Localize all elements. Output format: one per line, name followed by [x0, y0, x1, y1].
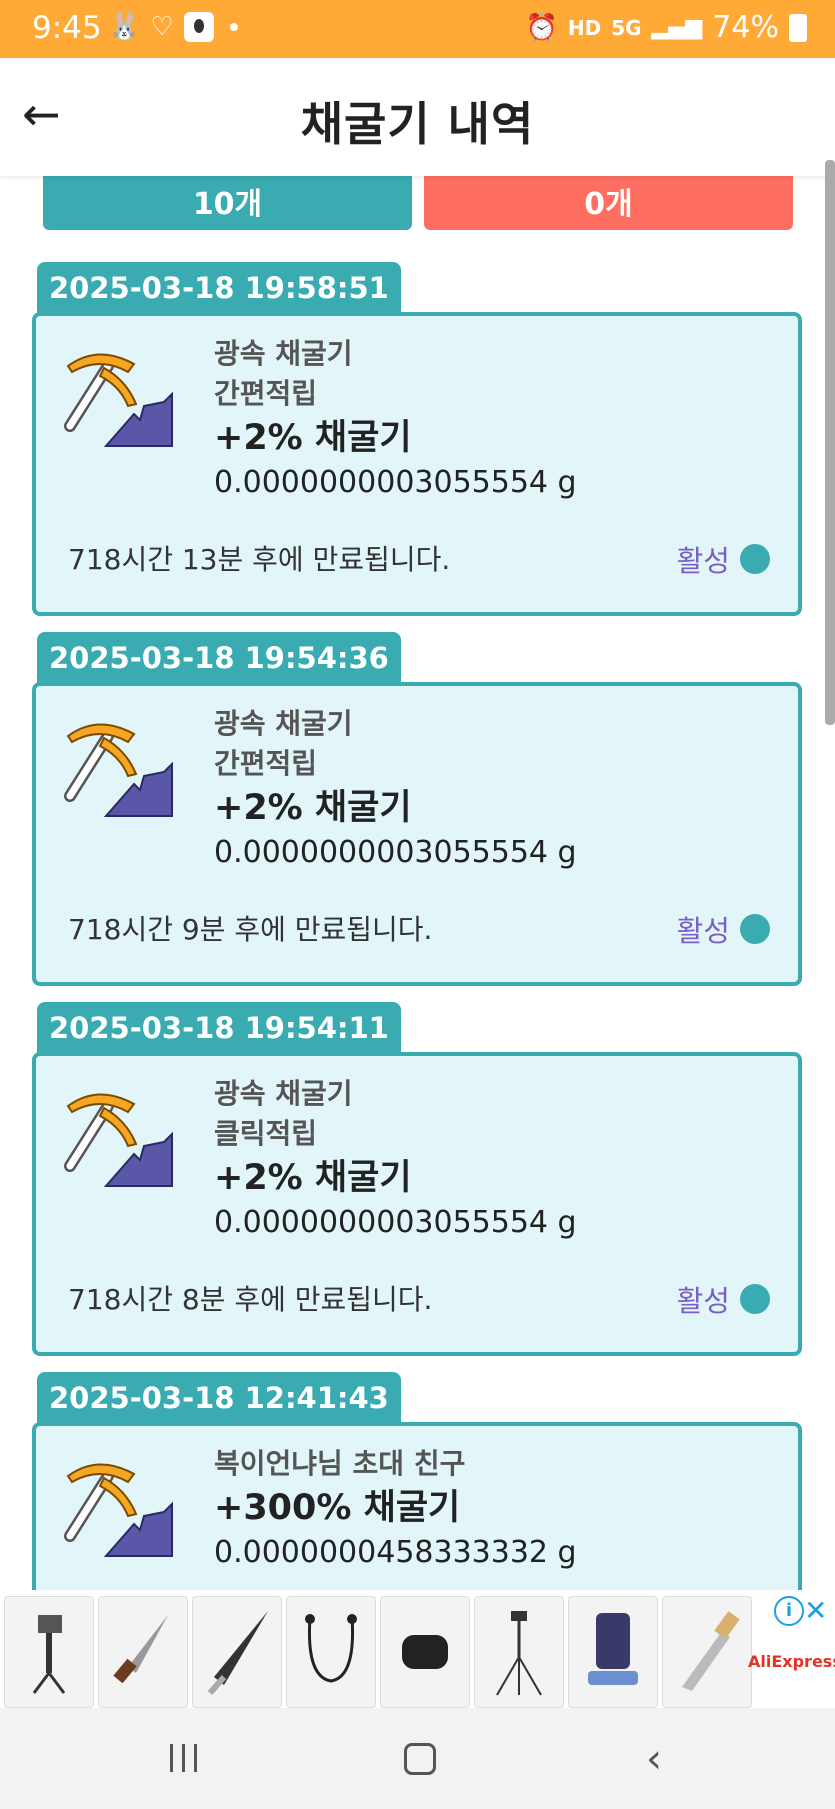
miner-amount: 0.0000000003055554 g [214, 465, 577, 500]
miner-card[interactable]: 광속 채굴기 간편적립 +2% 채굴기 0.0000000003055554 g… [32, 682, 802, 986]
status-dot-icon [740, 1284, 770, 1314]
pickaxe-icon [64, 1463, 173, 1557]
expired-count-button[interactable]: 0개 [424, 176, 793, 230]
miner-name: 복이언냐님 초대 친구 [214, 1447, 466, 1480]
scrollbar[interactable] [825, 160, 835, 725]
nav-back-icon[interactable]: ‹ [646, 1736, 662, 1782]
miner-card[interactable]: 광속 채굴기 클릭적립 +2% 채굴기 0.0000000003055554 g… [32, 1052, 802, 1356]
ad-earphones-image[interactable] [286, 1596, 376, 1708]
entry-timestamp: 2025-03-18 19:58:51 [37, 262, 401, 314]
ad-earbuds-image[interactable] [380, 1596, 470, 1708]
system-nav-bar: ‹ [0, 1708, 835, 1809]
signal-icon: ▂▄▆ [651, 15, 703, 40]
ad-product-thumbnails [4, 1596, 752, 1708]
alarm-icon: ⏰ [525, 12, 558, 43]
ad-tripod-image[interactable] [474, 1596, 564, 1708]
entry-timestamp: 2025-03-18 12:41:43 [37, 1372, 401, 1424]
miner-amount: 0.0000000458333332 g [214, 1535, 577, 1570]
expire-text: 718시간 13분 후에 만료됩니다. [68, 543, 451, 576]
miner-boost: +300% 채굴기 [214, 1488, 461, 1528]
ad-knife-image[interactable] [98, 1596, 188, 1708]
expire-text: 718시간 8분 후에 만료됩니다. [68, 1283, 433, 1316]
home-icon[interactable] [404, 1743, 436, 1775]
expire-text: 718시간 9분 후에 만료됩니다. [68, 913, 433, 946]
rabbit-icon: 🐰 [108, 12, 141, 42]
miner-boost: +2% 채굴기 [214, 418, 412, 458]
ad-chef-knife-image[interactable] [192, 1596, 282, 1708]
active-count-button[interactable]: 10개 [43, 176, 412, 230]
ad-charger-image[interactable] [568, 1596, 658, 1708]
ad-info-icon[interactable]: i [774, 1596, 804, 1626]
miner-boost: +2% 채굴기 [214, 1158, 412, 1198]
status-label: 활성 [676, 544, 730, 578]
miner-type: 간편적립 [214, 377, 318, 410]
miner-boost: +2% 채굴기 [214, 788, 412, 828]
miner-card[interactable]: 복이언냐님 초대 친구 +300% 채굴기 0.0000000458333332… [32, 1422, 802, 1590]
pickaxe-icon [64, 723, 173, 817]
ad-gimbal-image[interactable] [4, 1596, 94, 1708]
status-dot-icon [740, 544, 770, 574]
status-label: 활성 [676, 1284, 730, 1318]
entry-timestamp: 2025-03-18 19:54:11 [37, 1002, 401, 1054]
ad-banner[interactable]: i ✕ AliExpress [0, 1590, 835, 1708]
status-indicator: 활성 [677, 538, 770, 580]
status-time: 9:45 [32, 10, 102, 46]
pickaxe-icon [64, 353, 173, 447]
battery-percent: 74% [712, 10, 779, 45]
counter-row: 10개 0개 [43, 176, 793, 230]
app-header: ← 채굴기 내역 [0, 58, 835, 176]
status-bar: 9:45 🐰 ♡ ⏰ HD 5G ▂▄▆ 74% [0, 0, 835, 58]
miner-type: 클릭적립 [214, 1117, 318, 1150]
status-dot-icon [740, 914, 770, 944]
miner-type: 간편적립 [214, 747, 318, 780]
miner-name: 광속 채굴기 [214, 707, 353, 740]
recents-icon[interactable] [170, 1744, 197, 1772]
miner-name: 광속 채굴기 [214, 337, 353, 370]
network-5g-label: 5G [611, 15, 642, 40]
page-title: 채굴기 내역 [300, 97, 535, 151]
battery-icon [789, 13, 807, 42]
status-label: 활성 [676, 914, 730, 948]
status-indicator: 활성 [677, 1278, 770, 1320]
ad-brand-logo: AliExpress [748, 1652, 835, 1671]
miner-amount: 0.0000000003055554 g [214, 1205, 577, 1240]
miner-card[interactable]: 광속 채굴기 간편적립 +2% 채굴기 0.0000000003055554 g… [32, 312, 802, 616]
heart-icon: ♡ [150, 12, 174, 42]
miner-history-list[interactable]: 10개 0개 2025-03-18 19:58:51 광속 채굴기 간편적립 +… [0, 176, 835, 1590]
entry-timestamp: 2025-03-18 19:54:36 [37, 632, 401, 684]
ad-close-icon[interactable]: ✕ [804, 1594, 827, 1627]
hd-voice-label: HD [567, 15, 602, 40]
status-indicator: 활성 [677, 908, 770, 950]
calendar-icon [183, 12, 214, 42]
pickaxe-icon [64, 1093, 173, 1187]
ad-santoku-image[interactable] [662, 1596, 752, 1708]
miner-amount: 0.0000000003055554 g [214, 835, 577, 870]
notification-dot-icon [229, 23, 238, 31]
miner-name: 광속 채굴기 [214, 1077, 353, 1110]
